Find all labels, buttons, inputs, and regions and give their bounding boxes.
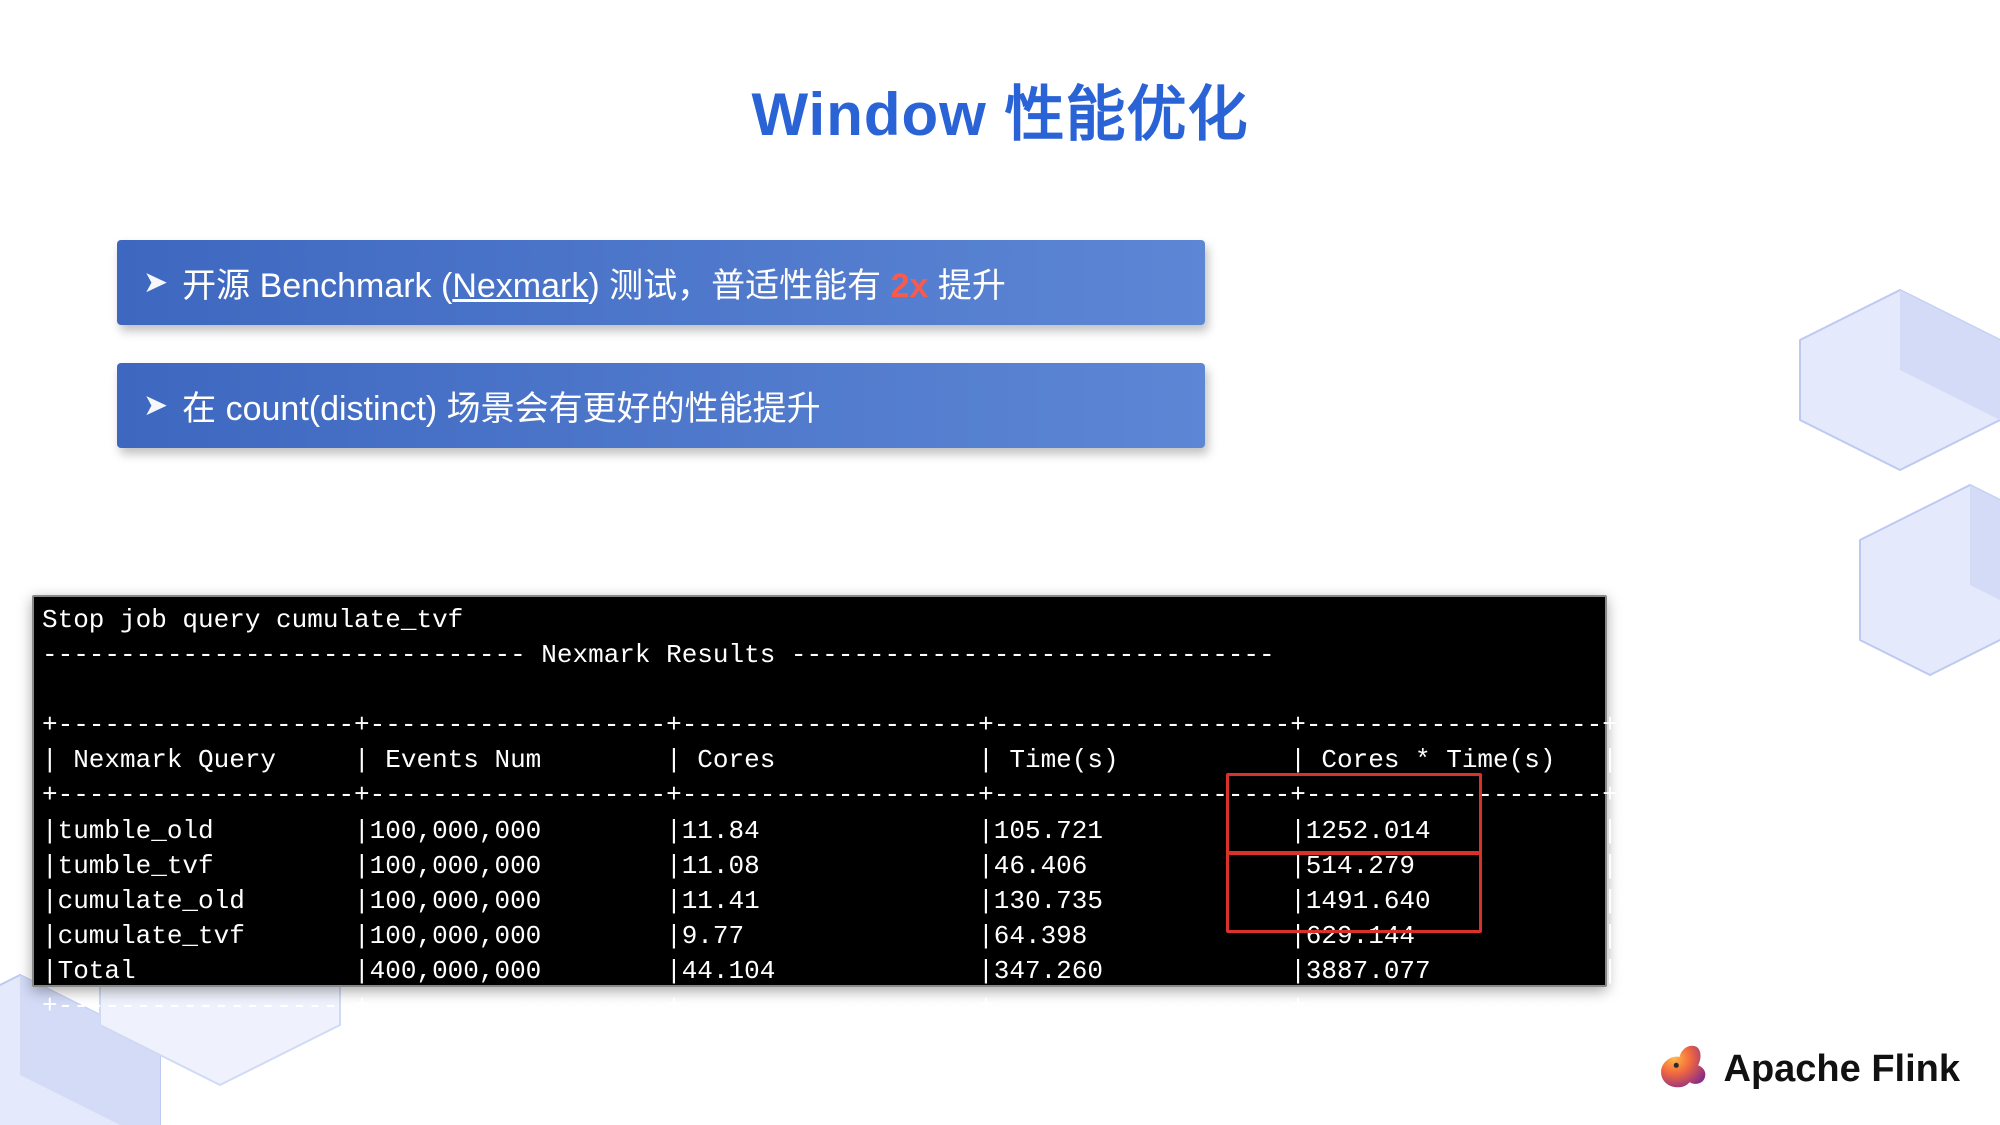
bullet-1-post: 提升 — [928, 267, 1005, 305]
bullet-1: ➤ 开源 Benchmark (Nexmark) 测试，普适性能有 2x 提升 — [117, 240, 1205, 325]
bullet-1-highlight: 2x — [891, 267, 929, 305]
bullet-1-mid: ) 测试，普适性能有 — [588, 267, 890, 305]
term-row-2: |cumulate_old |100,000,000 |11.41 |130.7… — [42, 886, 1930, 916]
term-row-4: |Total |400,000,000 |44.104 |347.260 |38… — [42, 956, 1930, 986]
term-row-0: |tumble_old |100,000,000 |11.84 |105.721… — [42, 816, 1930, 846]
nexmark-link[interactable]: Nexmark — [452, 267, 588, 305]
bullet-1-text: 开源 Benchmark (Nexmark) 测试，普适性能有 2x 提升 — [182, 258, 1006, 307]
bullet-1-pre: 开源 Benchmark ( — [182, 267, 452, 305]
term-row-1: |tumble_tvf |100,000,000 |11.08 |46.406 … — [42, 851, 1930, 881]
term-stop-line: Stop job query cumulate_tvf — [42, 605, 463, 635]
slide-title: Window 性能优化 — [0, 66, 2000, 153]
term-dash-top: +-------------------+-------------------… — [42, 710, 1930, 740]
bullet-2-text: 在 count(distinct) 场景会有更好的性能提升 — [182, 381, 821, 430]
term-dash-mid: +-------------------+-------------------… — [42, 780, 1930, 810]
terminal-output: Stop job query cumulate_tvf ------------… — [32, 595, 1607, 987]
logo-text: Apache Flink — [1724, 1048, 1961, 1091]
bullet-2: ➤ 在 count(distinct) 场景会有更好的性能提升 — [117, 363, 1205, 448]
flink-squirrel-icon — [1656, 1040, 1710, 1099]
term-header-row: | Nexmark Query | Events Num | Cores | T… — [42, 745, 1930, 775]
term-dash-bot: +-------------------+-------------------… — [42, 991, 1930, 1021]
bullet-list: ➤ 开源 Benchmark (Nexmark) 测试，普适性能有 2x 提升 … — [117, 240, 1205, 486]
bullet-arrow-icon: ➤ — [143, 265, 168, 300]
term-results-title: ------------------------------- Nexmark … — [42, 640, 1275, 670]
term-row-3: |cumulate_tvf |100,000,000 |9.77 |64.398… — [42, 921, 1930, 951]
apache-flink-logo: Apache Flink — [1656, 1040, 1961, 1099]
bullet-arrow-icon: ➤ — [143, 388, 168, 423]
terminal-pre: Stop job query cumulate_tvf ------------… — [42, 603, 1597, 1024]
slide: Window 性能优化 ➤ 开源 Benchmark (Nexmark) 测试，… — [0, 0, 2000, 1125]
